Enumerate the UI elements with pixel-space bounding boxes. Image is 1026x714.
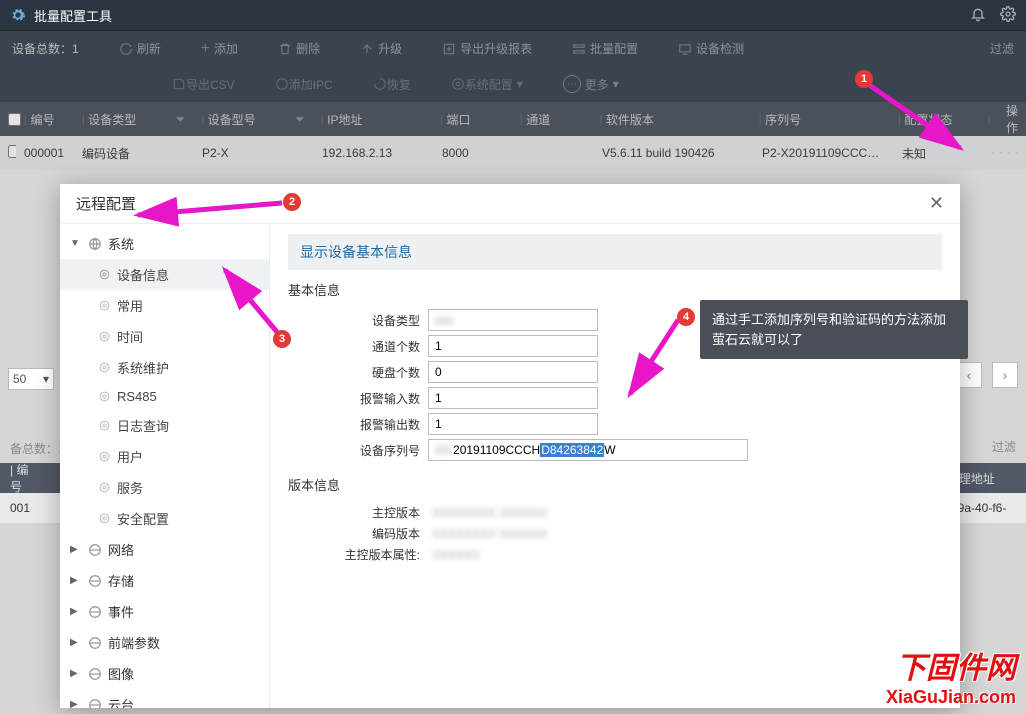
- bell-icon[interactable]: [970, 6, 986, 25]
- modal-header: 远程配置 ✕: [60, 184, 960, 224]
- gear-icon: [98, 512, 111, 525]
- sidebar-group-frontend[interactable]: ▶前端参数: [60, 627, 269, 658]
- refresh-button[interactable]: 刷新: [119, 40, 161, 57]
- restore-button[interactable]: 恢复: [373, 76, 411, 93]
- globe-icon: [88, 636, 102, 650]
- more-button[interactable]: ⋯更多▾: [563, 75, 619, 93]
- row-serial: 设备序列号 XX 20191109CCCHD84263842W: [288, 439, 942, 461]
- annotation-badge-4: 4: [677, 308, 695, 326]
- app-title: 批量配置工具: [34, 6, 112, 25]
- gear-icon: [98, 299, 111, 312]
- version-heading: 版本信息: [288, 465, 942, 500]
- add-ipc-button[interactable]: 添加IPC: [275, 76, 333, 93]
- alarm-in-field: 1: [428, 387, 598, 409]
- chevron-right-icon: ▶: [70, 668, 82, 679]
- device-detect-button[interactable]: 设备检测: [678, 40, 744, 57]
- device-count: 设备总数：1: [12, 40, 79, 57]
- sidebar-group-system[interactable]: ▼ 系统: [60, 228, 269, 259]
- sidebar-item-rs485[interactable]: RS485: [60, 383, 269, 410]
- sidebar-group-image[interactable]: ▶图像: [60, 658, 269, 689]
- next-page-button[interactable]: ›: [992, 362, 1018, 388]
- chevron-right-icon: ▶: [70, 699, 82, 708]
- sidebar-item-log[interactable]: 日志查询: [60, 410, 269, 441]
- globe-icon: [88, 237, 102, 251]
- main-attr-value: XXXXXX: [428, 548, 480, 562]
- close-icon[interactable]: ✕: [929, 193, 944, 214]
- sidebar-group-ptz[interactable]: ▶云台: [60, 689, 269, 708]
- row-alarm-in: 报警输入数1: [288, 387, 942, 409]
- page-size[interactable]: 50▾: [8, 368, 54, 390]
- row-main-attr: 主控版本属性:XXXXXX: [288, 546, 942, 563]
- add-button[interactable]: +添加: [201, 40, 238, 58]
- channel-count-field: 1: [428, 335, 598, 357]
- globe-icon: [88, 543, 102, 557]
- sidebar-item-user[interactable]: 用户: [60, 441, 269, 472]
- globe-icon: [88, 698, 102, 709]
- sidebar-item-service[interactable]: 服务: [60, 472, 269, 503]
- annotation-badge-3: 3: [273, 330, 291, 348]
- gear-icon: [98, 390, 111, 403]
- row-alarm-out: 报警输出数1: [288, 413, 942, 435]
- section-title: 显示设备基本信息: [288, 234, 942, 270]
- bg-paginator: ‹ ›: [956, 362, 1018, 388]
- serial-field[interactable]: XX 20191109CCCHD84263842W: [428, 439, 748, 461]
- batch-config-button[interactable]: 批量配置: [572, 40, 638, 57]
- hdd-count-field: 0: [428, 361, 598, 383]
- sidebar-group-event[interactable]: ▶事件: [60, 596, 269, 627]
- toolbar-row-1: 设备总数：1 刷新 +添加 删除 升级 导出升级报表 批量配置 设备检测 过滤: [0, 30, 1026, 66]
- annotation-badge-1: 1: [855, 70, 873, 88]
- annotation-badge-2: 2: [283, 193, 301, 211]
- gear-icon: [98, 361, 111, 374]
- gear-icon: [98, 450, 111, 463]
- main-version-value: XXXXXXXX XXXXXX: [428, 506, 547, 520]
- settings-icon[interactable]: [1000, 6, 1016, 25]
- remote-config-modal: 远程配置 ✕ ▼ 系统 设备信息 常用 时间 系统维护 RS485 日志查询 用…: [60, 184, 960, 708]
- globe-icon: [88, 574, 102, 588]
- row-enc-ver: 编码版本XXXXXXXX XXXXXX: [288, 525, 942, 542]
- sidebar-item-security[interactable]: 安全配置: [60, 503, 269, 534]
- gear-icon: [98, 268, 111, 281]
- filter-input[interactable]: 过滤: [990, 40, 1014, 57]
- sidebar-item-general[interactable]: 常用: [60, 290, 269, 321]
- row-hdd-count: 硬盘个数0: [288, 361, 942, 383]
- chevron-right-icon: ▶: [70, 544, 82, 555]
- sidebar-item-maintenance[interactable]: 系统维护: [60, 352, 269, 383]
- row-main-ver: 主控版本XXXXXXXX XXXXXX: [288, 504, 942, 521]
- sidebar-group-network[interactable]: ▶网络: [60, 534, 269, 565]
- sidebar-item-time[interactable]: 时间: [60, 321, 269, 352]
- export-report-button[interactable]: 导出升级报表: [442, 40, 532, 57]
- alarm-out-field: 1: [428, 413, 598, 435]
- globe-icon: [88, 605, 102, 619]
- toolbar-row-2: 导出CSV 添加IPC 恢复 系统配置▾ ⋯更多▾: [0, 66, 1026, 102]
- export-csv-button[interactable]: 导出CSV: [172, 76, 235, 93]
- chevron-right-icon: ▶: [70, 637, 82, 648]
- enc-version-value: XXXXXXXX XXXXXX: [428, 527, 547, 541]
- bg-pager: 50▾: [0, 360, 60, 398]
- globe-icon: [88, 667, 102, 681]
- modal-content: 显示设备基本信息 基本信息 设备类型xxx 通道个数1 硬盘个数0 报警输入数1…: [270, 224, 960, 708]
- chevron-right-icon: ▶: [70, 606, 82, 617]
- device-type-field: xxx: [428, 309, 598, 331]
- watermark: 下固件网 XiaGuJian.com: [886, 643, 1016, 708]
- gear-icon: [98, 481, 111, 494]
- upgrade-button[interactable]: 升级: [360, 40, 402, 57]
- gear-icon: [98, 330, 111, 343]
- sidebar-item-device-info[interactable]: 设备信息: [60, 259, 269, 290]
- annotation-tooltip: 通过手工添加序列号和验证码的方法添加萤石云就可以了: [700, 300, 968, 359]
- chevron-right-icon: ▶: [70, 575, 82, 586]
- sidebar-group-storage[interactable]: ▶存储: [60, 565, 269, 596]
- title-bar: 批量配置工具: [0, 0, 1026, 30]
- modal-sidebar: ▼ 系统 设备信息 常用 时间 系统维护 RS485 日志查询 用户 服务 安全…: [60, 224, 270, 708]
- chevron-down-icon: ▼: [70, 238, 82, 249]
- gear-icon: [98, 419, 111, 432]
- delete-button[interactable]: 删除: [278, 40, 320, 57]
- sys-config-button[interactable]: 系统配置▾: [451, 76, 523, 93]
- modal-title: 远程配置: [76, 193, 136, 214]
- app-gear-icon: [10, 7, 26, 23]
